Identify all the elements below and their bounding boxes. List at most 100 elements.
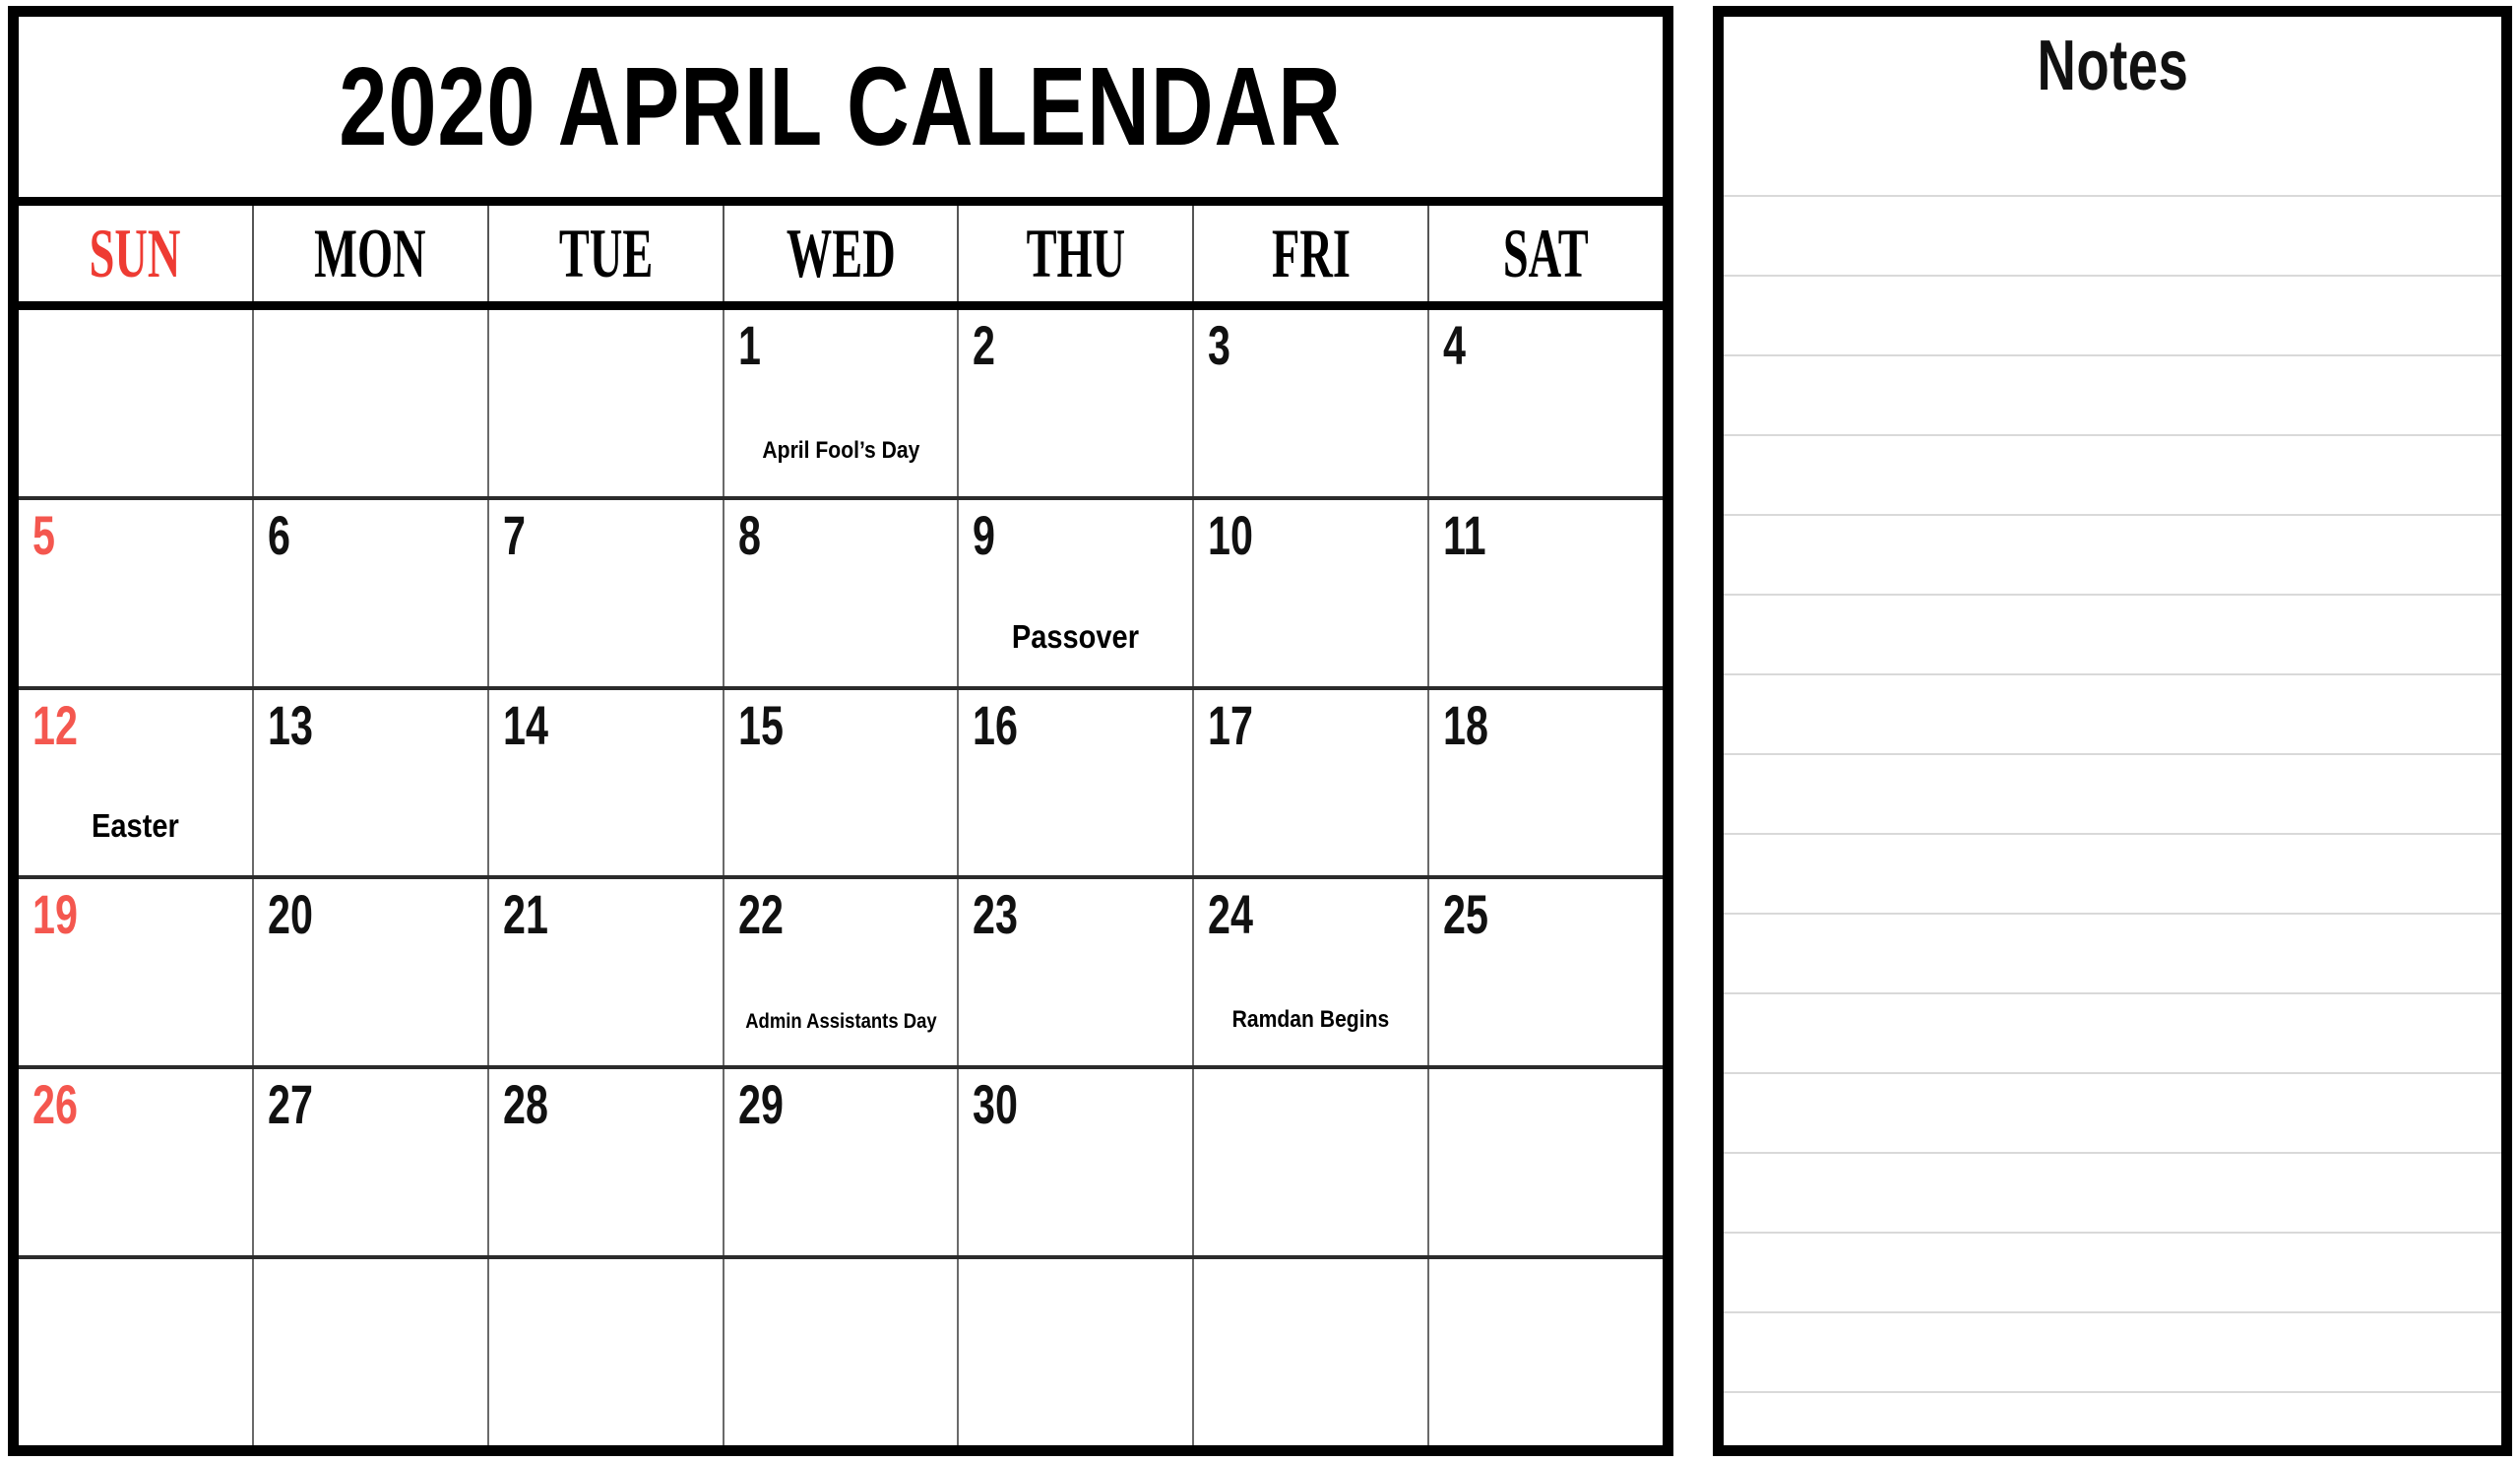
note-line[interactable]: [1724, 356, 2501, 436]
day-number: 20: [267, 886, 313, 947]
day-cell[interactable]: [1194, 1069, 1430, 1256]
note-line[interactable]: [1724, 516, 2501, 596]
weekday-label: WED: [786, 214, 896, 292]
day-number: 27: [267, 1075, 313, 1137]
day-cell[interactable]: [489, 310, 724, 496]
day-cell[interactable]: [1429, 1259, 1663, 1445]
note-line[interactable]: [1724, 1154, 2501, 1234]
day-cell[interactable]: 9 Passover: [959, 499, 1195, 686]
day-cell[interactable]: 14: [489, 689, 724, 876]
calendar-weeks-grid: 1 April Fool’s Day 2 3 4 5 6 7 8 9 Passover 10 11 12 E…: [19, 310, 1663, 1445]
note-line[interactable]: [1724, 1393, 2501, 1445]
day-cell[interactable]: 26: [19, 1069, 254, 1256]
day-cell[interactable]: 8: [724, 499, 960, 686]
day-cell[interactable]: [19, 310, 254, 496]
day-number: 4: [1443, 316, 1467, 377]
day-number: 12: [32, 696, 78, 757]
day-cell[interactable]: [1194, 1259, 1430, 1445]
day-cell[interactable]: [724, 1259, 960, 1445]
week-row: [19, 1259, 1663, 1445]
day-cell[interactable]: 7: [489, 499, 724, 686]
day-cell[interactable]: 20: [254, 879, 489, 1066]
day-event-label: Ramdan Begins: [1231, 1006, 1390, 1034]
day-number: 14: [502, 696, 548, 757]
note-line[interactable]: [1724, 675, 2501, 755]
week-row: 12 Easter 13 14 15 16 17 18: [19, 689, 1663, 880]
notes-ruled-lines[interactable]: [1724, 117, 2501, 1445]
day-cell[interactable]: 28: [489, 1069, 724, 1256]
weekday-header-sun: SUN: [19, 206, 254, 301]
weekday-label: FRI: [1271, 214, 1351, 292]
note-line[interactable]: [1724, 915, 2501, 994]
day-number: 18: [1443, 696, 1489, 757]
weekday-label: TUE: [558, 214, 653, 292]
note-line[interactable]: [1724, 436, 2501, 516]
day-number: 2: [973, 316, 996, 377]
note-line[interactable]: [1724, 1313, 2501, 1393]
day-cell[interactable]: 21: [489, 879, 724, 1066]
calendar-page: 2020 APRIL CALENDAR SUN MON TUE WED THU FRI SA…: [0, 0, 2520, 1462]
notes-panel[interactable]: Notes: [1713, 6, 2512, 1456]
day-number: 19: [32, 886, 78, 947]
day-cell[interactable]: 29: [724, 1069, 960, 1256]
day-cell[interactable]: 25: [1429, 879, 1663, 1065]
day-cell[interactable]: 16: [959, 689, 1195, 876]
day-cell[interactable]: [254, 1259, 489, 1445]
day-cell[interactable]: [254, 310, 489, 496]
day-cell[interactable]: [1429, 1069, 1663, 1255]
day-cell[interactable]: 17: [1194, 689, 1430, 876]
note-line[interactable]: [1724, 117, 2501, 197]
day-cell[interactable]: 1 April Fool’s Day: [724, 310, 960, 496]
calendar-title-band: 2020 APRIL CALENDAR: [19, 17, 1663, 206]
note-line[interactable]: [1724, 994, 2501, 1074]
page-title: 2020 APRIL CALENDAR: [339, 43, 1343, 169]
calendar-inner: 2020 APRIL CALENDAR SUN MON TUE WED THU FRI SA…: [19, 17, 1663, 1445]
weekday-header-thu: THU: [959, 206, 1195, 301]
day-cell[interactable]: 13: [254, 689, 489, 876]
day-cell[interactable]: 15: [724, 689, 960, 876]
day-cell[interactable]: 30: [959, 1069, 1195, 1256]
day-number: 15: [737, 696, 784, 757]
note-line[interactable]: [1724, 197, 2501, 277]
day-cell[interactable]: 18: [1429, 690, 1663, 876]
week-row: 26 27 28 29 30: [19, 1069, 1663, 1260]
weekday-label: SUN: [90, 214, 181, 292]
note-line[interactable]: [1724, 835, 2501, 915]
note-line[interactable]: [1724, 755, 2501, 835]
day-cell[interactable]: 5: [19, 499, 254, 686]
day-number: 3: [1208, 316, 1231, 377]
day-number: 25: [1443, 886, 1489, 947]
note-line[interactable]: [1724, 1074, 2501, 1154]
day-cell[interactable]: [19, 1259, 254, 1445]
day-cell[interactable]: 19: [19, 879, 254, 1066]
weekday-header-sat: SAT: [1429, 206, 1663, 301]
day-cell[interactable]: [959, 1259, 1195, 1445]
day-number: 8: [737, 506, 761, 567]
day-number: 21: [502, 886, 548, 947]
note-line[interactable]: [1724, 596, 2501, 675]
day-cell[interactable]: 4: [1429, 310, 1663, 496]
day-number: 29: [737, 1075, 784, 1137]
week-row: 5 6 7 8 9 Passover 10 11: [19, 499, 1663, 690]
day-cell[interactable]: 2: [959, 310, 1195, 496]
weekday-header-fri: FRI: [1194, 206, 1430, 301]
day-cell[interactable]: 12 Easter: [19, 689, 254, 876]
day-number: 13: [267, 696, 313, 757]
weekday-header-row: SUN MON TUE WED THU FRI SAT: [19, 206, 1663, 310]
day-cell[interactable]: [489, 1259, 724, 1445]
day-cell[interactable]: 23: [959, 879, 1195, 1066]
day-cell[interactable]: 3: [1194, 310, 1430, 496]
day-cell[interactable]: 27: [254, 1069, 489, 1256]
weekday-header-wed: WED: [724, 206, 960, 301]
week-row: 1 April Fool’s Day 2 3 4: [19, 310, 1663, 500]
day-number: 10: [1208, 506, 1254, 567]
day-cell[interactable]: 24 Ramdan Begins: [1194, 879, 1430, 1066]
day-cell[interactable]: 22 Admin Assistants Day: [724, 879, 960, 1066]
day-number: 7: [502, 506, 526, 567]
notes-inner: Notes: [1724, 17, 2501, 1445]
day-cell[interactable]: 11: [1429, 500, 1663, 686]
day-cell[interactable]: 10: [1194, 499, 1430, 686]
note-line[interactable]: [1724, 277, 2501, 356]
note-line[interactable]: [1724, 1234, 2501, 1313]
day-cell[interactable]: 6: [254, 499, 489, 686]
